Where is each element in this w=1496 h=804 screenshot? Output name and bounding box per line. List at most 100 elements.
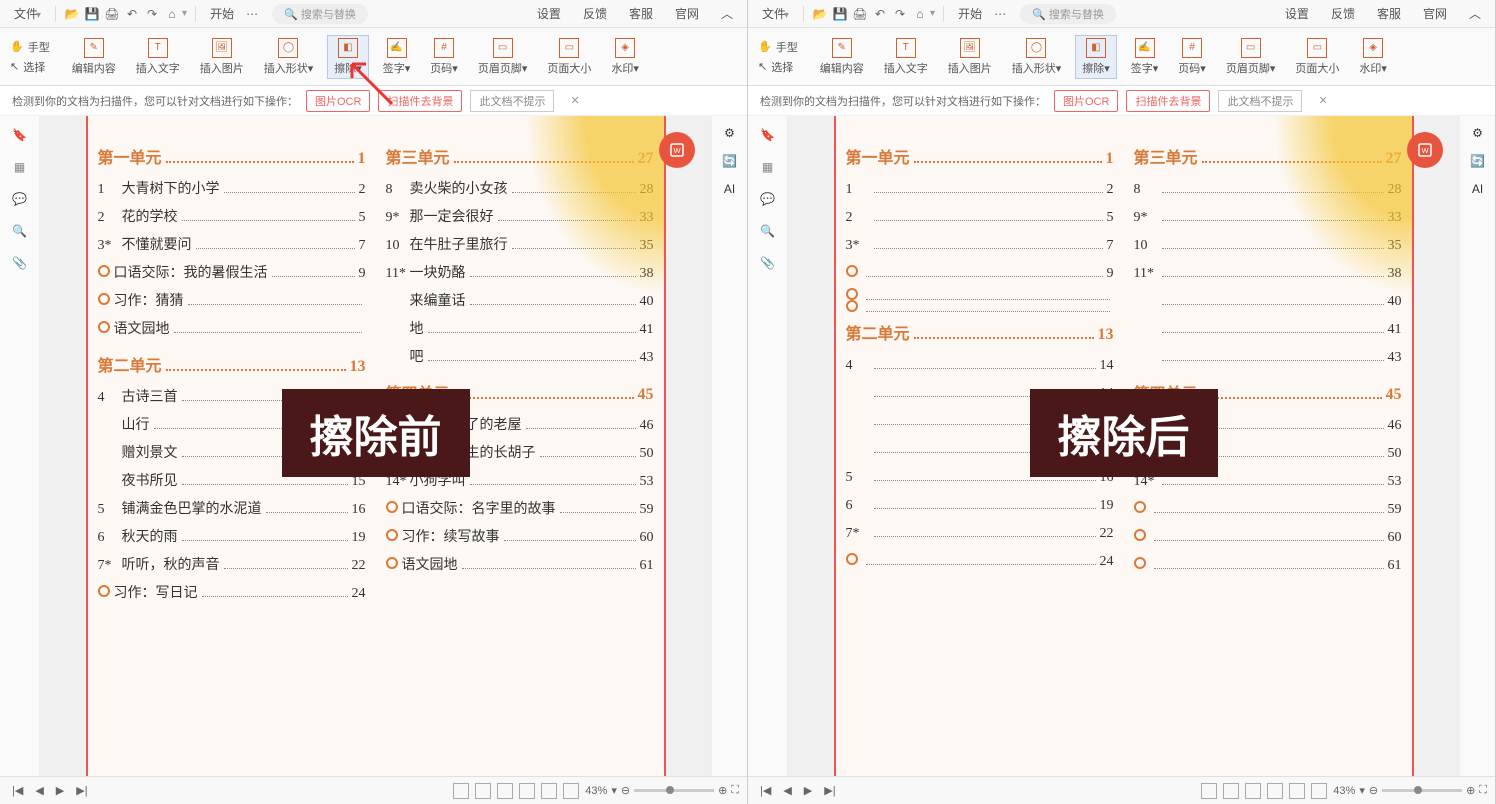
erase-tool[interactable]: ◧擦除▾ [327,35,369,79]
open-icon[interactable]: 📂 [64,6,80,22]
open-icon[interactable]: 📂 [812,6,828,22]
collapse-icon[interactable]: ︿ [1463,3,1487,24]
menu-settings[interactable]: 设置 [531,3,567,24]
first-page[interactable]: |◀ [756,784,775,797]
prev-page[interactable]: ◀ [31,784,47,797]
zoom-slider[interactable] [1382,789,1462,792]
view-mode-1[interactable] [1201,783,1217,799]
next-page[interactable]: ▶ [800,784,816,797]
attachment-icon[interactable]: 📎 [759,254,777,272]
search-panel-icon[interactable]: 🔍 [759,222,777,240]
comments-icon[interactable]: 💬 [11,190,29,208]
insert-image-tool[interactable]: 🖼插入图片 [194,36,250,78]
dont-show-info[interactable]: 此文档不提示 [1218,90,1302,112]
menu-file[interactable]: 文件▾ [8,3,47,24]
watermark-tool[interactable]: ◈水印▾ [1353,36,1393,78]
convert-icon[interactable]: 🔄 [1470,154,1485,168]
more-icon[interactable]: ⋯ [992,6,1008,22]
dont-show-info[interactable]: 此文档不提示 [470,90,554,112]
view-mode-5[interactable] [1289,783,1305,799]
home-icon[interactable]: ⌂ [164,6,180,22]
zoom-value[interactable]: 43% [585,785,607,797]
view-mode-5[interactable] [541,783,557,799]
insert-shape-tool[interactable]: ◯插入形状▾ [258,36,320,78]
ocr-button[interactable]: 图片OCR [1054,90,1118,112]
view-mode-6[interactable] [563,783,579,799]
remove-bg-button[interactable]: 扫描件去背景 [378,90,462,112]
view-mode-3[interactable] [497,783,513,799]
header-footer-tool[interactable]: ▭页眉页脚▾ [1220,36,1282,78]
watermark-tool[interactable]: ◈水印▾ [605,36,645,78]
attachment-icon[interactable]: 📎 [11,254,29,272]
more-icon[interactable]: ⋯ [244,6,260,22]
convert-icon[interactable]: 🔄 [722,154,737,168]
zoom-out[interactable]: ⊖ [621,784,630,797]
canvas[interactable]: W 第一单元112253*79第二单元134141414155166197*22… [788,116,1459,776]
search-panel-icon[interactable]: 🔍 [11,222,29,240]
fullscreen-icon[interactable]: ⛶ [1479,784,1487,797]
bookmark-icon[interactable]: 🔖 [759,126,777,144]
save-icon[interactable]: 💾 [832,6,848,22]
undo-icon[interactable]: ↶ [872,6,888,22]
ocr-button[interactable]: 图片OCR [306,90,370,112]
sign-tool[interactable]: ✍签字▾ [1125,36,1165,78]
close-infobar[interactable]: ✕ [1318,94,1327,107]
page-size-tool[interactable]: ▭页面大小 [1289,36,1345,78]
menu-website[interactable]: 官网 [1417,3,1453,24]
next-page[interactable]: ▶ [52,784,68,797]
ai-icon[interactable]: AI [724,182,735,196]
close-infobar[interactable]: ✕ [570,94,579,107]
zoom-in[interactable]: ⊕ [718,784,727,797]
view-mode-3[interactable] [1245,783,1261,799]
insert-shape-tool[interactable]: ◯插入形状▾ [1006,36,1068,78]
select-tool[interactable]: ↖ 选择 [10,59,50,75]
page-size-tool[interactable]: ▭页面大小 [541,36,597,78]
undo-icon[interactable]: ↶ [124,6,140,22]
menu-feedback[interactable]: 反馈 [1325,3,1361,24]
search-box[interactable]: 🔍 搜索与替换 [1020,4,1116,24]
fab-button[interactable]: W [659,132,695,168]
page-num-tool[interactable]: #页码▾ [424,36,464,78]
hand-tool[interactable]: ✋ 手型 [10,39,50,55]
prev-page[interactable]: ◀ [779,784,795,797]
insert-text-tool[interactable]: T插入文字 [878,36,934,78]
menu-website[interactable]: 官网 [669,3,705,24]
view-mode-1[interactable] [453,783,469,799]
menu-service[interactable]: 客服 [1371,3,1407,24]
hand-tool[interactable]: ✋ 手型 [758,39,798,55]
zoom-slider[interactable] [634,789,714,792]
page-num-tool[interactable]: #页码▾ [1172,36,1212,78]
view-mode-4[interactable] [1267,783,1283,799]
tools-icon[interactable]: ⚙ [724,126,735,140]
sign-tool[interactable]: ✍签字▾ [377,36,417,78]
remove-bg-button[interactable]: 扫描件去背景 [1126,90,1210,112]
collapse-icon[interactable]: ︿ [715,3,739,24]
menu-start[interactable]: 开始 [952,3,988,24]
zoom-out[interactable]: ⊖ [1369,784,1378,797]
thumbnails-icon[interactable]: ▦ [759,158,777,176]
menu-settings[interactable]: 设置 [1279,3,1315,24]
comments-icon[interactable]: 💬 [759,190,777,208]
menu-feedback[interactable]: 反馈 [577,3,613,24]
menu-file[interactable]: 文件▾ [756,3,795,24]
fullscreen-icon[interactable]: ⛶ [731,784,739,797]
search-box[interactable]: 🔍 搜索与替换 [272,4,368,24]
first-page[interactable]: |◀ [8,784,27,797]
last-page[interactable]: ▶| [72,784,91,797]
view-mode-6[interactable] [1311,783,1327,799]
insert-image-tool[interactable]: 🖼插入图片 [942,36,998,78]
erase-tool[interactable]: ◧擦除▾ [1075,35,1117,79]
view-mode-2[interactable] [1223,783,1239,799]
redo-icon[interactable]: ↷ [892,6,908,22]
zoom-in[interactable]: ⊕ [1466,784,1475,797]
zoom-value[interactable]: 43% [1333,785,1355,797]
bookmark-icon[interactable]: 🔖 [11,126,29,144]
menu-service[interactable]: 客服 [623,3,659,24]
save-icon[interactable]: 💾 [84,6,100,22]
header-footer-tool[interactable]: ▭页眉页脚▾ [472,36,534,78]
canvas[interactable]: W 第一单元11大青树下的小学22花的学校53*不懂就要问7口语交际：我的暑假生… [40,116,711,776]
thumbnails-icon[interactable]: ▦ [11,158,29,176]
redo-icon[interactable]: ↷ [144,6,160,22]
view-mode-4[interactable] [519,783,535,799]
view-mode-2[interactable] [475,783,491,799]
